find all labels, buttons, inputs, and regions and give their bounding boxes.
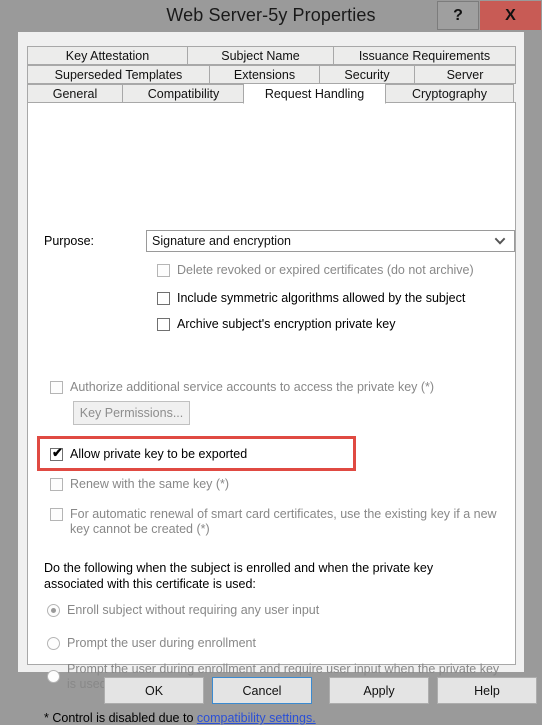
tab-superseded-templates[interactable]: Superseded Templates xyxy=(27,65,209,84)
tab-security[interactable]: Security xyxy=(319,65,414,84)
tab-extensions[interactable]: Extensions xyxy=(209,65,319,84)
tab-row-1: Key Attestation Subject Name Issuance Re… xyxy=(27,46,516,65)
radio-prompt-enrollment-label: Prompt the user during enrollment xyxy=(67,636,256,650)
checkbox-allow-export-row[interactable]: ✔ Allow private key to be exported xyxy=(50,445,248,462)
close-button[interactable]: X xyxy=(480,1,541,30)
footnote: * Control is disabled due to compatibili… xyxy=(44,711,316,725)
tab-general[interactable]: General xyxy=(27,84,122,103)
check-tick-icon: ✔ xyxy=(52,445,63,460)
dialog-footer: OK Cancel Apply Help xyxy=(18,672,537,712)
cancel-button[interactable]: Cancel xyxy=(212,677,312,704)
checkbox-authorize-accounts-row[interactable]: Authorize additional service accounts to… xyxy=(50,380,434,395)
title-bar: Web Server-5y Properties ? X xyxy=(0,0,542,32)
enrollment-heading-line1: Do the following when the subject is enr… xyxy=(44,561,434,575)
checkbox-allow-export-label: Allow private key to be exported xyxy=(70,447,248,461)
checkbox-archive-key-label: Archive subject's encryption private key xyxy=(177,317,396,331)
enrollment-heading: Do the following when the subject is enr… xyxy=(44,560,433,592)
tab-request-handling[interactable]: Request Handling xyxy=(243,83,386,104)
tab-key-attestation[interactable]: Key Attestation xyxy=(27,46,187,65)
radio-prompt-enrollment[interactable] xyxy=(47,637,60,650)
tab-row-3: General Compatibility Request Handling C… xyxy=(27,83,516,104)
checkbox-delete-revoked[interactable] xyxy=(157,264,170,277)
checkbox-smartcard-renewal-label: For automatic renewal of smart card cert… xyxy=(70,507,497,537)
checkbox-archive-key[interactable] xyxy=(157,318,170,331)
tab-compatibility[interactable]: Compatibility xyxy=(122,84,244,103)
help-button-footer[interactable]: Help xyxy=(437,677,537,704)
radio-enroll-no-input-row[interactable]: Enroll subject without requiring any use… xyxy=(47,603,319,618)
purpose-dropdown[interactable]: Signature and encryption xyxy=(146,230,515,252)
purpose-label: Purpose: xyxy=(44,234,95,248)
checkbox-renew-same-key[interactable] xyxy=(50,478,63,491)
key-permissions-button[interactable]: Key Permissions... xyxy=(73,401,190,425)
checkbox-renew-same-key-row[interactable]: Renew with the same key (*) xyxy=(50,477,229,492)
tab-cryptography[interactable]: Cryptography xyxy=(385,84,514,103)
tab-strip: Key Attestation Subject Name Issuance Re… xyxy=(27,46,516,104)
tab-subject-name[interactable]: Subject Name xyxy=(187,46,333,65)
smartcard-renewal-line1: For automatic renewal of smart card cert… xyxy=(70,507,497,521)
purpose-selected-value: Signature and encryption xyxy=(152,234,291,248)
checkbox-allow-export[interactable]: ✔ xyxy=(50,445,63,461)
properties-dialog-window: Web Server-5y Properties ? X Key Attesta… xyxy=(0,0,542,725)
checkbox-include-symmetric-row[interactable]: Include symmetric algorithms allowed by … xyxy=(157,291,465,306)
checkbox-include-symmetric[interactable] xyxy=(157,292,170,305)
tab-issuance-requirements[interactable]: Issuance Requirements xyxy=(333,46,516,65)
ok-button[interactable]: OK xyxy=(104,677,204,704)
checkbox-smartcard-renewal-row[interactable]: For automatic renewal of smart card cert… xyxy=(50,507,500,537)
checkbox-authorize-accounts-label: Authorize additional service accounts to… xyxy=(70,380,435,394)
checkbox-archive-key-row[interactable]: Archive subject's encryption private key xyxy=(157,317,395,332)
radio-prompt-enrollment-row[interactable]: Prompt the user during enrollment xyxy=(47,636,256,651)
enrollment-heading-line2: associated with this certificate is used… xyxy=(44,577,256,591)
chevron-down-icon xyxy=(494,237,506,245)
radio-enroll-no-input[interactable] xyxy=(47,604,60,617)
help-button[interactable]: ? xyxy=(437,1,479,30)
checkbox-renew-same-key-label: Renew with the same key (*) xyxy=(70,477,230,491)
radio-enroll-no-input-label: Enroll subject without requiring any use… xyxy=(67,603,320,617)
apply-button[interactable]: Apply xyxy=(329,677,429,704)
dialog-body: Key Attestation Subject Name Issuance Re… xyxy=(18,32,537,725)
checkbox-include-symmetric-label: Include symmetric algorithms allowed by … xyxy=(177,291,466,305)
smartcard-renewal-line2: key cannot be created (*) xyxy=(70,522,210,536)
compatibility-settings-link[interactable]: compatibility settings. xyxy=(197,711,316,725)
checkbox-delete-revoked-row[interactable]: Delete revoked or expired certificates (… xyxy=(157,263,474,278)
checkbox-smartcard-renewal[interactable] xyxy=(50,508,63,521)
tab-row-2: Superseded Templates Extensions Security… xyxy=(27,65,516,84)
checkbox-delete-revoked-label: Delete revoked or expired certificates (… xyxy=(177,263,474,277)
checkbox-authorize-accounts[interactable] xyxy=(50,381,63,394)
radio-dot-icon xyxy=(51,608,56,613)
footnote-prefix: * Control is disabled due to xyxy=(44,711,197,725)
request-handling-panel: Purpose: Signature and encryption Delete… xyxy=(27,102,516,725)
tab-server[interactable]: Server xyxy=(414,65,516,84)
